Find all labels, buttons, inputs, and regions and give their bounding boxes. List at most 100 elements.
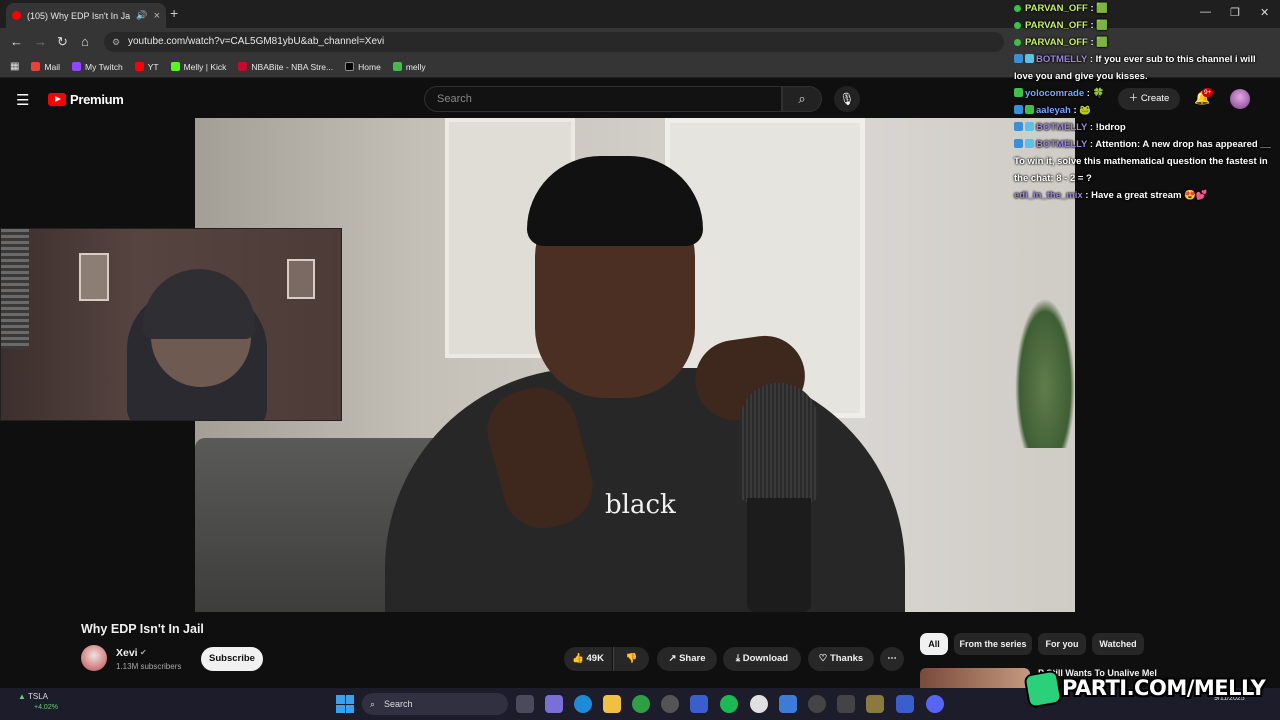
more-actions-button[interactable]: ⋯ (880, 647, 904, 671)
copilot-icon[interactable] (545, 695, 563, 713)
voice-search-button[interactable]: 🎙 (834, 86, 860, 112)
browser-tab[interactable]: (105) Why EDP Isn't In Jail 🔊 × (6, 3, 166, 28)
store-icon[interactable] (690, 695, 708, 713)
chip-all[interactable]: All (920, 633, 948, 655)
youtube-favicon-icon (12, 11, 21, 20)
channel-avatar[interactable] (81, 645, 107, 671)
app-icon[interactable] (808, 695, 826, 713)
parti-promo-banner: PARTI.COM/MELLY (1023, 669, 1280, 709)
bookmark-nbabite[interactable]: NBABite - NBA Stre... (238, 62, 333, 72)
chat-message: aaleyah : 🐸 (1014, 102, 1272, 119)
windows-start-icon[interactable] (336, 695, 354, 713)
more-horizontal-icon: ⋯ (887, 653, 897, 664)
chat-message: BOTMELLY : Attention: A new drop has app… (1014, 139, 1271, 184)
thumbs-up-icon: 👍 (572, 653, 584, 664)
moderator-badge-icon (1014, 122, 1023, 131)
dislike-button[interactable]: 👎 (613, 647, 649, 671)
spotify-icon[interactable] (720, 695, 738, 713)
user-badge-icon (1014, 5, 1021, 12)
reload-icon[interactable]: ↻ (57, 34, 68, 50)
bookmark-x-home[interactable]: Home (345, 62, 381, 72)
chat-message: PARVAN_OFF : 🟩 (1014, 17, 1272, 34)
bookmark-mail[interactable]: Mail (31, 62, 60, 72)
moderator-badge-icon (1014, 54, 1023, 63)
webcam-wall-frame (287, 259, 315, 299)
gmail-icon (31, 62, 41, 71)
close-tab-icon[interactable]: × (154, 10, 160, 22)
subscriber-count: 1.13M subscribers (116, 662, 182, 671)
app-icon[interactable] (866, 695, 884, 713)
stock-widget[interactable]: ▲ TSLA (18, 692, 48, 701)
user-badge-icon (1014, 39, 1021, 46)
bot-badge-icon (1025, 122, 1034, 131)
obs-icon[interactable] (661, 695, 679, 713)
bookmark-twitch[interactable]: My Twitch (72, 62, 123, 72)
chip-from-the-series[interactable]: From the series (954, 633, 1032, 655)
share-button[interactable]: ↗ Share (657, 647, 717, 671)
parti-logo-icon (1023, 669, 1063, 709)
thumbs-down-icon: 👎 (625, 653, 638, 664)
bookmark-kick[interactable]: Melly | Kick (170, 62, 226, 72)
stream-chat-overlay: PARVAN_OFF : 🟩 PARVAN_OFF : 🟩 PARVAN_OFF… (1014, 0, 1272, 204)
hamburger-menu-icon[interactable]: ☰ (16, 91, 29, 109)
stock-change: +4.02% (34, 704, 58, 711)
new-tab-button[interactable]: + (170, 5, 178, 21)
site-info-icon[interactable]: ⚙ (112, 32, 120, 52)
discord-icon[interactable] (926, 695, 944, 713)
subscribe-button[interactable]: Subscribe (201, 647, 263, 671)
microphone-icon: 🎙 (839, 92, 855, 106)
chip-watched[interactable]: Watched (1092, 633, 1144, 655)
logo-text: Premium (70, 92, 124, 107)
url-field[interactable]: ⚙ youtube.com/watch?v=CAL5GM81ybU&ab_cha… (104, 32, 1004, 52)
chrome-icon[interactable] (750, 695, 768, 713)
youtube-premium-logo[interactable]: Premium (48, 92, 124, 107)
forward-icon[interactable]: → (34, 34, 47, 49)
chat-message: PARVAN_OFF : 🟩 (1014, 0, 1272, 17)
app-icon[interactable] (896, 695, 914, 713)
parti-banner-text: PARTI.COM/MELLY (1062, 676, 1266, 700)
recommended-video-thumbnail[interactable] (920, 668, 1030, 690)
chat-message: BOTMELLY : !bdrop (1014, 119, 1272, 136)
studio-microphone (740, 383, 818, 503)
streamer-headset (143, 269, 255, 339)
channel-name[interactable]: Xevi (116, 647, 138, 659)
audio-icon[interactable]: 🔊 (136, 10, 147, 21)
home-icon[interactable]: ⌂ (81, 34, 89, 49)
app-icon[interactable] (837, 695, 855, 713)
share-icon: ↗ (668, 653, 677, 664)
edge-icon[interactable] (574, 695, 592, 713)
task-view-icon[interactable] (516, 695, 534, 713)
youtube-play-logo-icon (48, 93, 66, 106)
apps-grid-icon[interactable]: ▦ (10, 61, 19, 72)
back-icon[interactable]: ← (10, 34, 23, 49)
emote-icon: 🟩 (1096, 3, 1109, 14)
chip-for-you[interactable]: For you (1038, 633, 1086, 655)
like-button[interactable]: 👍 49K (564, 647, 612, 671)
taskbar-search[interactable]: ⌕ Search (362, 693, 508, 715)
file-explorer-icon[interactable] (603, 695, 621, 713)
kick-icon (170, 62, 180, 71)
emote-icon: 😍💕 (1184, 190, 1208, 201)
emote-icon: 🐸 (1079, 105, 1092, 116)
search-icon: ⌕ (798, 91, 806, 106)
verified-check-icon: ✔ (140, 648, 147, 657)
video-title: Why EDP Isn't In Jail (81, 622, 204, 636)
app-icon[interactable] (779, 695, 797, 713)
search-button[interactable]: ⌕ (782, 86, 822, 112)
moderator-badge-icon (1014, 139, 1023, 148)
emote-icon: 🟩 (1096, 20, 1109, 31)
thanks-button[interactable]: ♡ Thanks (808, 647, 874, 671)
emote-icon: 🟩 (1096, 37, 1109, 48)
download-button[interactable]: ⤓ Download (723, 647, 801, 671)
thanks-heart-icon: ♡ (818, 653, 828, 664)
chat-message: yolocomrade : 🍀 (1014, 85, 1272, 102)
stock-icon: ▲ (18, 692, 26, 701)
xbox-icon[interactable] (632, 695, 650, 713)
melly-icon (392, 62, 402, 71)
search-input[interactable]: Search (424, 86, 782, 112)
bookmark-yt[interactable]: YT (134, 62, 159, 72)
nba-icon (238, 62, 248, 71)
bot-badge-icon (1025, 54, 1034, 63)
bookmark-melly[interactable]: melly (392, 62, 426, 72)
shirt-text: black (605, 490, 676, 520)
